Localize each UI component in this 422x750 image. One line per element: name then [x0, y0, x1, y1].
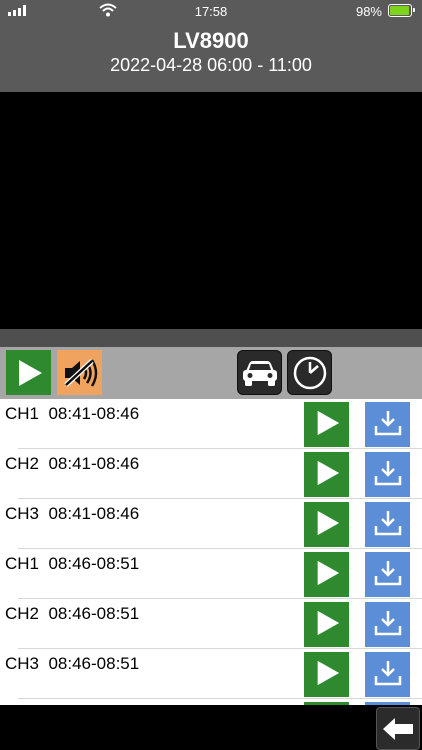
- bottom-bar: [0, 705, 422, 750]
- recording-label: CH2 08:46-08:51: [5, 604, 140, 623]
- list-item[interactable]: CH3 08:41-08:46: [0, 499, 422, 549]
- play-icon: [18, 359, 42, 386]
- list-item[interactable]: CH2 08:41-08:46: [0, 449, 422, 499]
- recording-label: CH1 08:41-08:46: [5, 404, 140, 423]
- play-icon: [317, 510, 339, 536]
- clock-icon: [293, 356, 326, 389]
- download-icon: [374, 511, 401, 536]
- download-button[interactable]: [365, 452, 410, 497]
- download-icon: [374, 661, 401, 686]
- video-seek-bar[interactable]: [0, 329, 422, 347]
- status-bar: 17:58 98%: [0, 0, 422, 22]
- date-range: 2022-04-28 06:00 - 11:00: [110, 55, 312, 75]
- play-recording-button[interactable]: [304, 502, 349, 547]
- car-icon: [242, 360, 277, 386]
- download-icon: [374, 561, 401, 586]
- video-player[interactable]: [0, 92, 422, 329]
- play-recording-button[interactable]: [304, 552, 349, 597]
- header: LV8900 2022-04-28 06:00 - 11:00: [0, 22, 422, 92]
- list-item[interactable]: CH3 08:46-08:51: [0, 649, 422, 699]
- mute-button[interactable]: [57, 350, 102, 395]
- recording-label: CH3 08:41-08:46: [5, 504, 140, 523]
- download-button[interactable]: [365, 602, 410, 647]
- download-button[interactable]: [365, 502, 410, 547]
- play-recording-button[interactable]: [304, 402, 349, 447]
- battery-charging-icon: [388, 4, 415, 17]
- download-button[interactable]: [365, 652, 410, 697]
- play-button[interactable]: [6, 350, 51, 395]
- download-icon: [374, 461, 401, 486]
- play-recording-button[interactable]: [304, 602, 349, 647]
- back-button[interactable]: [376, 707, 420, 750]
- list-item[interactable]: CH2 08:46-08:51: [0, 599, 422, 649]
- device-title: LV8900: [173, 28, 249, 53]
- app-screen: 17:58 98% LV8900 2022-04-28 06:00 - 11:0…: [0, 0, 422, 750]
- download-button[interactable]: [365, 402, 410, 447]
- arrow-left-icon: [383, 717, 413, 740]
- play-icon: [317, 410, 339, 436]
- list-item[interactable]: CH1 08:46-08:51: [0, 549, 422, 599]
- battery-percentage: 98%: [355, 4, 382, 19]
- vehicle-info-button[interactable]: [237, 350, 282, 395]
- recording-label: CH1 08:46-08:51: [5, 554, 140, 573]
- recording-list[interactable]: CH1 08:41-08:46 CH2 08:41-08:46 CH3 08:4…: [0, 399, 422, 705]
- play-recording-button[interactable]: [304, 452, 349, 497]
- play-icon: [317, 660, 339, 686]
- speaker-muted-icon: [63, 358, 97, 387]
- download-icon: [374, 411, 401, 436]
- play-icon: [317, 460, 339, 486]
- time-select-button[interactable]: [287, 350, 332, 395]
- recording-label: CH2 08:41-08:46: [5, 454, 140, 473]
- playback-toolbar: [0, 347, 422, 399]
- download-icon: [374, 611, 401, 636]
- play-recording-button[interactable]: [304, 652, 349, 697]
- list-item[interactable]: CH1 08:41-08:46: [0, 399, 422, 449]
- play-icon: [317, 610, 339, 636]
- recording-label: CH3 08:46-08:51: [5, 654, 140, 673]
- play-icon: [317, 560, 339, 586]
- download-button[interactable]: [365, 552, 410, 597]
